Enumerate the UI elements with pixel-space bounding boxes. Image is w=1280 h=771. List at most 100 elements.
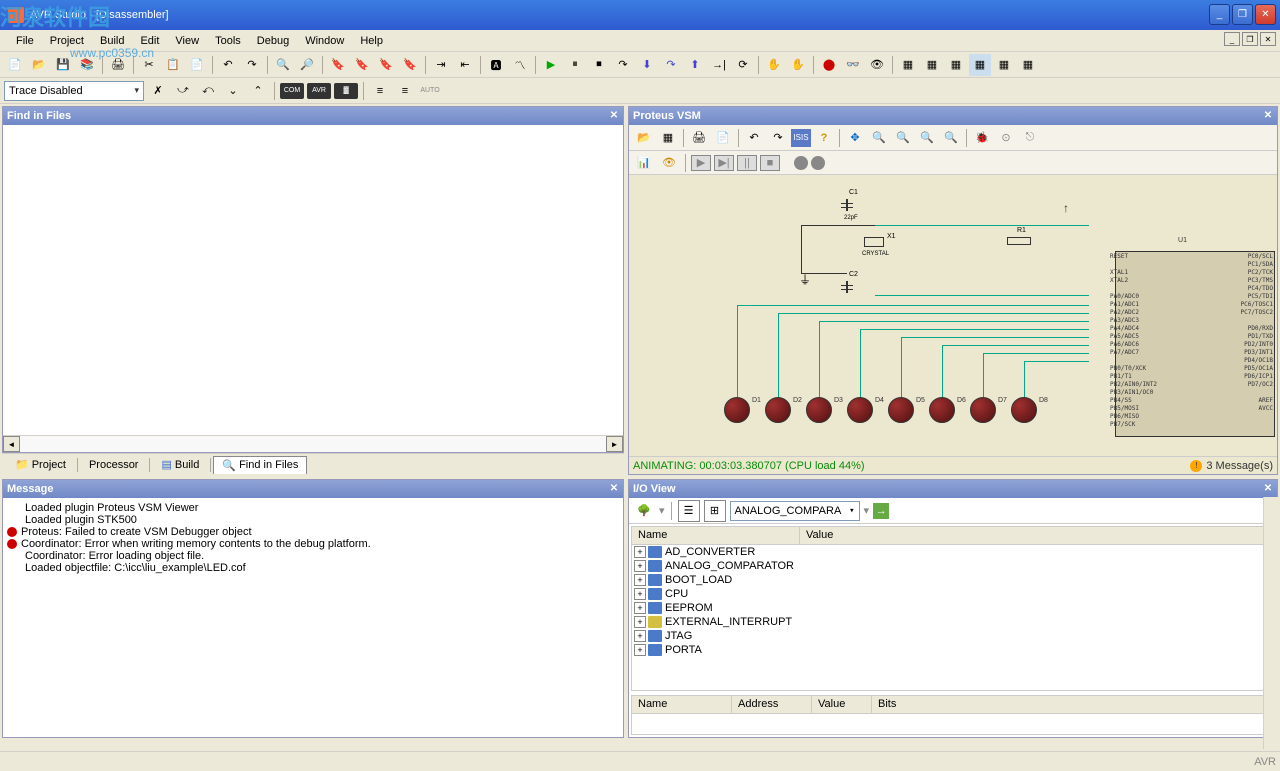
expand-icon[interactable]: + — [634, 602, 646, 614]
minimize-button[interactable]: _ — [1209, 4, 1230, 25]
trace-btn1[interactable]: ✗ — [147, 80, 169, 102]
sim-play-icon[interactable]: ▶ — [691, 155, 711, 171]
redo-icon[interactable]: ↷ — [241, 54, 263, 76]
tab-processor[interactable]: Processor — [80, 456, 148, 474]
pt-ex1-icon[interactable]: ⎋ — [1019, 127, 1041, 149]
window6-icon[interactable]: ▦ — [1017, 54, 1039, 76]
pt-node-icon[interactable]: ⊙ — [995, 127, 1017, 149]
io-col-name[interactable]: Name — [632, 696, 732, 713]
pause-icon[interactable]: ⏸ — [564, 54, 586, 76]
trace-avr[interactable]: AVR — [307, 83, 331, 99]
bookmark-prev-icon[interactable]: 🔖 — [375, 54, 397, 76]
bookmark-clear-icon[interactable]: 🔖 — [399, 54, 421, 76]
new-icon[interactable]: 📄 — [4, 54, 26, 76]
pt-open-icon[interactable]: 📂 — [633, 127, 655, 149]
pt-refresh-icon[interactable]: ▦ — [657, 127, 679, 149]
pt-redo-icon[interactable]: ↷ — [767, 127, 789, 149]
window3-icon[interactable]: ▦ — [945, 54, 967, 76]
menu-window[interactable]: Window — [297, 33, 352, 49]
mdi-close[interactable]: ✕ — [1260, 32, 1276, 46]
clearbp-icon[interactable]: ✋ — [787, 54, 809, 76]
stepout-icon[interactable]: ⬆ — [684, 54, 706, 76]
close-button[interactable]: ✕ — [1255, 4, 1276, 25]
findnext-icon[interactable]: 🔎 — [296, 54, 318, 76]
expand-icon[interactable]: + — [634, 546, 646, 558]
pt-zoomsel-icon[interactable]: 🔍 — [940, 127, 962, 149]
io-col-value[interactable]: Value — [812, 696, 872, 713]
pt-pan-icon[interactable]: ✥ — [844, 127, 866, 149]
tab-find-in-files[interactable]: 🔍Find in Files — [213, 456, 307, 474]
io-col-address[interactable]: Address — [732, 696, 812, 713]
pt-help-icon[interactable]: ? — [813, 127, 835, 149]
pt-zoomin-icon[interactable]: 🔍 — [868, 127, 890, 149]
io-tree-item[interactable]: +ANALOG_COMPARATOR — [632, 559, 1274, 573]
warning-icon[interactable]: ! — [1190, 460, 1202, 472]
window5-icon[interactable]: ▦ — [993, 54, 1015, 76]
io-header-value[interactable]: Value — [800, 527, 1274, 544]
io-tree-icon[interactable]: 🌳 — [633, 500, 655, 522]
io-filter-combo[interactable]: ANALOG_COMPARA — [730, 501, 860, 521]
run-icon[interactable]: ▶ — [540, 54, 562, 76]
letter-icon[interactable]: 🅰 — [485, 54, 507, 76]
stop-icon[interactable]: ⏹ — [588, 54, 610, 76]
message-close-icon[interactable]: ✕ — [607, 481, 621, 495]
trace-third[interactable]: ▓ — [334, 83, 358, 99]
paste-icon[interactable]: 📄 — [186, 54, 208, 76]
expand-icon[interactable]: + — [634, 574, 646, 586]
maximize-button[interactable]: ❐ — [1232, 4, 1253, 25]
vertical-scrollbar[interactable] — [1263, 497, 1280, 749]
io-header-name[interactable]: Name — [632, 527, 800, 544]
watch-icon[interactable]: 👁 — [866, 54, 888, 76]
tab-build[interactable]: ▤Build — [152, 455, 208, 474]
bookmark-icon[interactable]: 🔖 — [327, 54, 349, 76]
schematic-view[interactable]: U1 C1 22pF C2 X1 CRYSTAL R1 — [629, 175, 1277, 456]
pt-zoomout-icon[interactable]: 🔍 — [892, 127, 914, 149]
pt-view-icon[interactable]: 📊 — [633, 152, 655, 174]
window2-icon[interactable]: ▦ — [921, 54, 943, 76]
sim-pause-icon[interactable]: || — [737, 155, 757, 171]
tab-project[interactable]: 📁Project — [6, 455, 75, 474]
window1-icon[interactable]: ▦ — [897, 54, 919, 76]
outdent-icon[interactable]: ⇤ — [454, 54, 476, 76]
stepover-icon[interactable]: ↷ — [660, 54, 682, 76]
menu-file[interactable]: File — [8, 33, 42, 49]
io-tree-item[interactable]: +EEPROM — [632, 601, 1274, 615]
expand-icon[interactable]: + — [634, 644, 646, 656]
menu-help[interactable]: Help — [352, 33, 391, 49]
find-icon[interactable]: 🔍 — [272, 54, 294, 76]
expand-icon[interactable]: + — [634, 616, 646, 628]
mdi-restore[interactable]: ❐ — [1242, 32, 1258, 46]
open-icon[interactable]: 📂 — [28, 54, 50, 76]
breakpoint-icon[interactable]: ✋ — [763, 54, 785, 76]
runto-icon[interactable]: →| — [708, 54, 730, 76]
bookmark-next-icon[interactable]: 🔖 — [351, 54, 373, 76]
glasses-icon[interactable]: 👓 — [842, 54, 864, 76]
io-tree-item[interactable]: +JTAG — [632, 629, 1274, 643]
menu-debug[interactable]: Debug — [249, 33, 297, 49]
find-files-close-icon[interactable]: ✕ — [607, 108, 621, 122]
io-tree-item[interactable]: +CPU — [632, 587, 1274, 601]
io-list1-icon[interactable]: ☰ — [678, 500, 700, 522]
io-tree-item[interactable]: +AD_CONVERTER — [632, 545, 1274, 559]
io-col-bits[interactable]: Bits — [872, 696, 1274, 713]
pt-print-icon[interactable]: 🖨 — [688, 127, 710, 149]
window4-icon[interactable]: ▦ — [969, 54, 991, 76]
trace-btn4[interactable]: ⌄ — [222, 80, 244, 102]
step-icon[interactable]: ↷ — [612, 54, 634, 76]
expand-icon[interactable]: + — [634, 630, 646, 642]
pt-undo-icon[interactable]: ↶ — [743, 127, 765, 149]
sim-step-icon[interactable]: ▶| — [714, 155, 734, 171]
trace-btn3[interactable]: ⤺ — [197, 80, 219, 102]
io-list2-icon[interactable]: ⊞ — [704, 500, 726, 522]
proteus-close-icon[interactable]: ✕ — [1261, 108, 1275, 122]
trace-ex2[interactable]: ≡ — [394, 80, 416, 102]
trace-combo[interactable]: Trace Disabled — [4, 81, 144, 101]
stepinto-icon[interactable]: ⬇ — [636, 54, 658, 76]
expand-icon[interactable]: + — [634, 560, 646, 572]
trace-btn5[interactable]: ⌃ — [247, 80, 269, 102]
menu-view[interactable]: View — [167, 33, 207, 49]
io-tree-item[interactable]: +BOOT_LOAD — [632, 573, 1274, 587]
io-tree-item[interactable]: +PORTA — [632, 643, 1274, 657]
pt-zoomfit-icon[interactable]: 🔍 — [916, 127, 938, 149]
io-go-icon[interactable]: → — [873, 503, 889, 519]
